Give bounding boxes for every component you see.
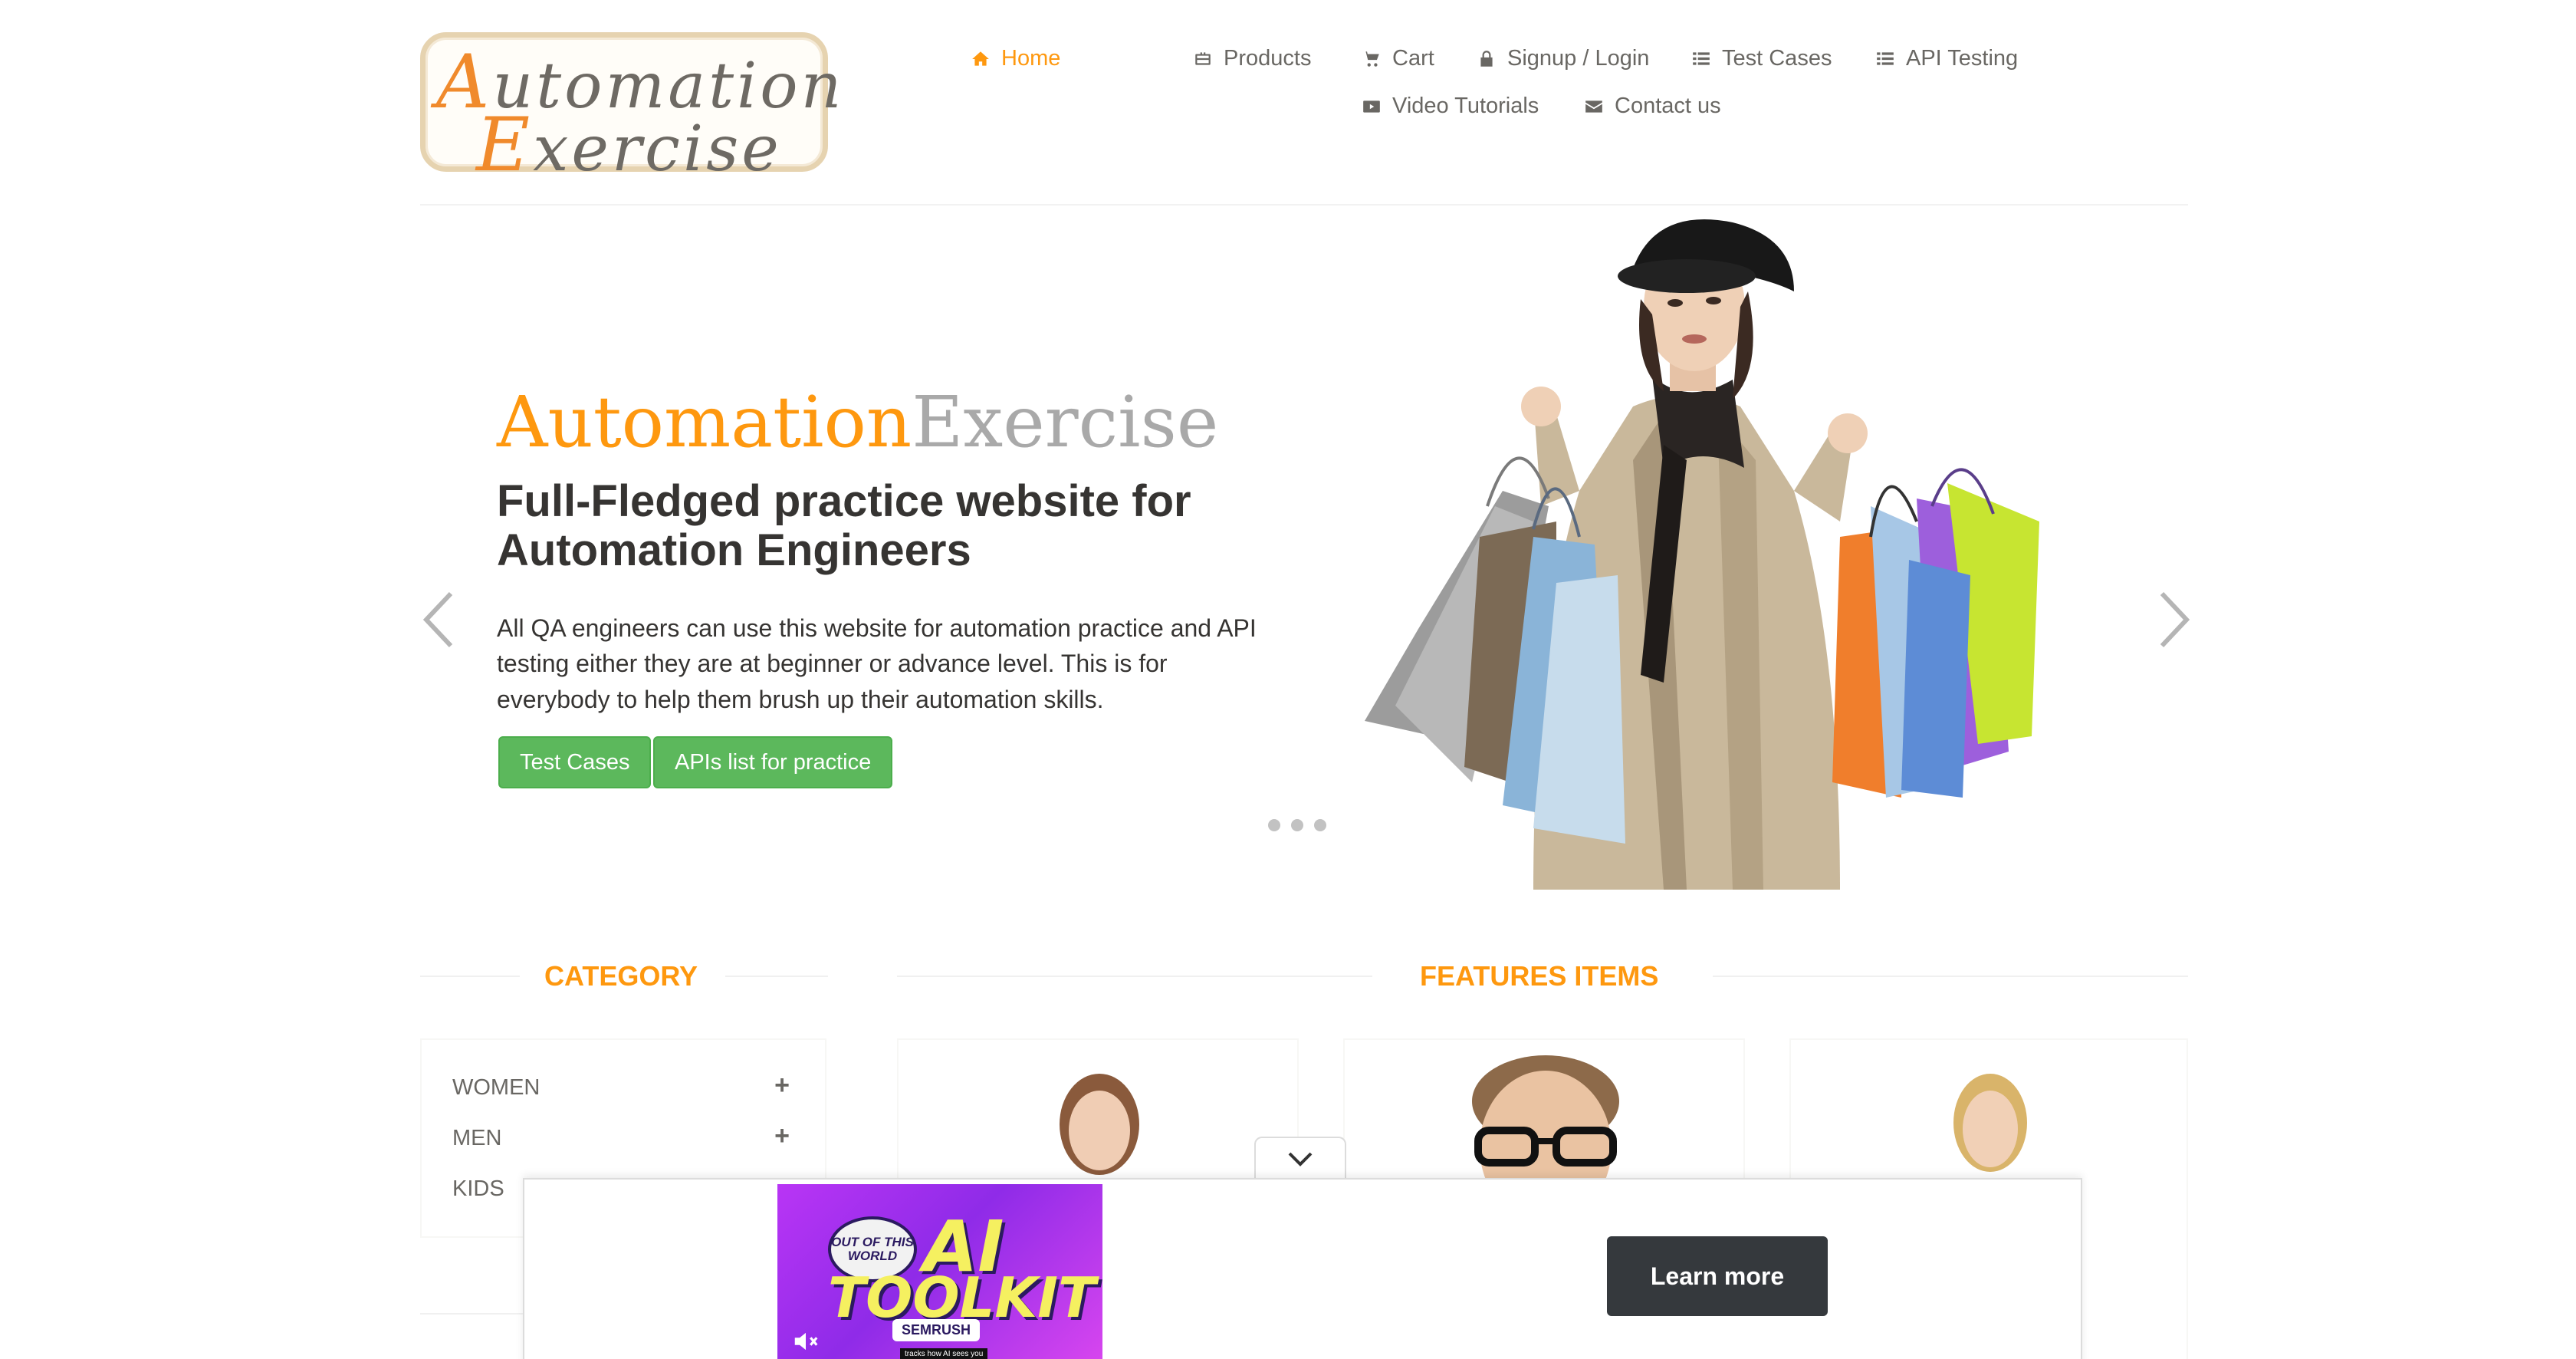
- nav-test-cases-label: Test Cases: [1722, 46, 1832, 71]
- ad-creative[interactable]: OUT OF THIS WORLD AI TOOLKIT SEMRUSH tra…: [777, 1184, 1102, 1359]
- ad-tagline: tracks how AI sees you: [900, 1348, 988, 1359]
- features-title-line-right: [1713, 976, 2188, 977]
- category-men-expand-icon[interactable]: +: [774, 1121, 790, 1151]
- slider-description: All QA engineers can use this website fo…: [497, 614, 1257, 713]
- briefcase-icon: [1195, 51, 1211, 65]
- slider-dot-2[interactable]: [1291, 819, 1303, 831]
- category-women[interactable]: WOMEN: [452, 1075, 540, 1101]
- category-women-expand-glyph: +: [774, 1071, 790, 1100]
- nav-products[interactable]: Products: [1193, 46, 1311, 71]
- category-women-expand-icon[interactable]: +: [774, 1071, 790, 1101]
- nav-api-testing-label: API Testing: [1906, 46, 2019, 71]
- nav-home-label: Home: [1001, 46, 1061, 71]
- slider-brand-part2: Exercise: [912, 381, 1219, 463]
- logo-line-2-rest: xercise: [533, 113, 782, 186]
- category-kids-label: KIDS: [452, 1176, 504, 1201]
- slider-next-arrow[interactable]: [2156, 589, 2193, 654]
- home-icon: [972, 51, 989, 66]
- category-men-label: MEN: [452, 1126, 502, 1150]
- category-men[interactable]: MEN: [452, 1126, 501, 1151]
- slider-dot-1[interactable]: [1268, 819, 1280, 831]
- category-title: CATEGORY: [544, 960, 698, 992]
- category-women-label: WOMEN: [452, 1075, 540, 1100]
- sidebar-divider: [420, 1313, 527, 1315]
- category-title-line-right: [725, 976, 828, 977]
- nav-contact-us-label: Contact us: [1615, 94, 1721, 118]
- nav-contact-us[interactable]: Contact us: [1584, 94, 1721, 119]
- chevron-right-icon: [2160, 591, 2190, 648]
- nav-api-testing[interactable]: API Testing: [1875, 46, 2018, 71]
- apis-list-button[interactable]: APIs list for practice: [653, 736, 893, 788]
- test-cases-button[interactable]: Test Cases: [498, 736, 652, 788]
- envelope-icon: [1585, 100, 1602, 113]
- ad-collapse-toggle[interactable]: [1254, 1137, 1346, 1180]
- category-title-line-left: [420, 976, 520, 977]
- nav-video-tutorials[interactable]: Video Tutorials: [1362, 94, 1539, 119]
- category-kids[interactable]: KIDS: [452, 1176, 504, 1202]
- category-men-expand-glyph: +: [774, 1121, 790, 1150]
- slider-prev-arrow[interactable]: [420, 589, 457, 654]
- ad-learn-more-label: Learn more: [1650, 1262, 1785, 1290]
- logo-line-2: Exercise: [476, 102, 782, 188]
- header-divider: [420, 204, 2188, 206]
- ad-learn-more-button[interactable]: Learn more: [1607, 1236, 1828, 1316]
- list-icon: [1693, 51, 1710, 65]
- ad-banner: [523, 1178, 2082, 1359]
- nav-cart-label: Cart: [1392, 46, 1434, 71]
- slider-brand: AutomationExercise: [497, 383, 1218, 461]
- nav-home[interactable]: Home: [971, 46, 1060, 71]
- nav-video-tutorials-label: Video Tutorials: [1392, 94, 1539, 118]
- chevron-down-icon: [1288, 1152, 1313, 1167]
- slider-heading: Full-Fledged practice website for Automa…: [497, 476, 1191, 575]
- apis-list-button-label: APIs list for practice: [675, 749, 872, 775]
- chevron-left-icon: [422, 591, 453, 648]
- slider-brand-part1: Automation: [497, 381, 912, 463]
- test-cases-button-label: Test Cases: [520, 749, 630, 775]
- cart-icon: [1363, 51, 1379, 67]
- nav-cart[interactable]: Cart: [1362, 46, 1434, 71]
- hero-shopping-woman-image: [1365, 219, 2039, 890]
- youtube-play-icon: [1363, 100, 1380, 113]
- features-items-title: FEATURES ITEMS: [1420, 960, 1659, 992]
- ad-brand-label: SEMRUSH: [892, 1319, 981, 1341]
- site-logo[interactable]: Automation Exercise: [420, 32, 841, 182]
- slider-dot-3[interactable]: [1314, 819, 1326, 831]
- nav-products-label: Products: [1224, 46, 1312, 71]
- lock-icon: [1480, 50, 1493, 67]
- nav-signup-login[interactable]: Signup / Login: [1477, 46, 1649, 71]
- list-icon: [1877, 51, 1894, 65]
- mute-icon[interactable]: [791, 1327, 820, 1356]
- ad-headline-2: TOOLKIT: [828, 1265, 1096, 1330]
- features-title-line-left: [897, 976, 1372, 977]
- nav-signup-login-label: Signup / Login: [1507, 46, 1650, 71]
- nav-test-cases[interactable]: Test Cases: [1691, 46, 1832, 71]
